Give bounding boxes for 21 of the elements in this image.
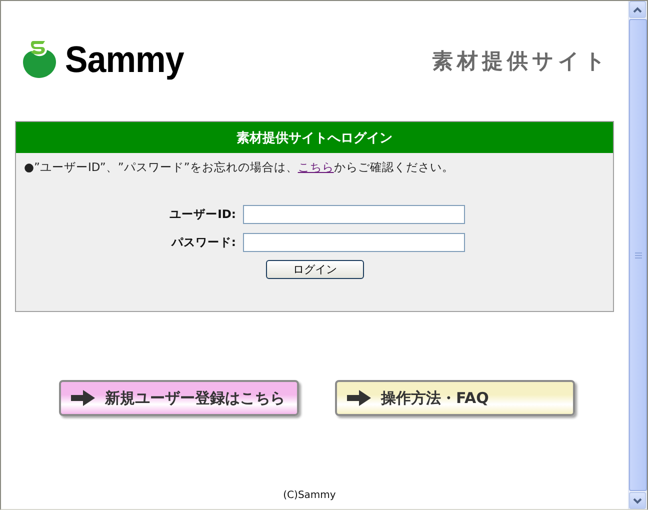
grip-icon: [634, 252, 642, 258]
site-title: 素材提供サイト: [432, 48, 610, 75]
arrow-icon: [347, 390, 371, 406]
link-button[interactable]: 操作方法・FAQ: [335, 380, 575, 416]
chevron-up-icon: [633, 6, 642, 12]
scroll-down-button[interactable]: [629, 492, 646, 509]
link-button[interactable]: 新規ユーザー登録はこちら: [59, 380, 299, 416]
field-label: パスワード:: [170, 235, 236, 250]
notice-text: ●”ユーザーID”、”パスワード”をお忘れの場合は、こちら からご確認ください。: [24, 160, 455, 175]
field-label: ユーザーID:: [168, 207, 236, 222]
input-field[interactable]: [243, 205, 465, 224]
help-link[interactable]: こちら: [298, 160, 334, 174]
panel-title: 素材提供サイトへログイン: [16, 122, 613, 153]
logo-text: Sammy: [65, 39, 184, 81]
copyright-text: (C)Sammy: [283, 490, 336, 501]
scroll-up-button[interactable]: [629, 1, 646, 18]
login-button[interactable]: ログイン: [266, 260, 364, 279]
arrow-icon: [71, 390, 95, 406]
chevron-down-icon: [633, 498, 642, 504]
input-field[interactable]: [243, 233, 465, 252]
scroll-thumb[interactable]: [629, 19, 647, 491]
